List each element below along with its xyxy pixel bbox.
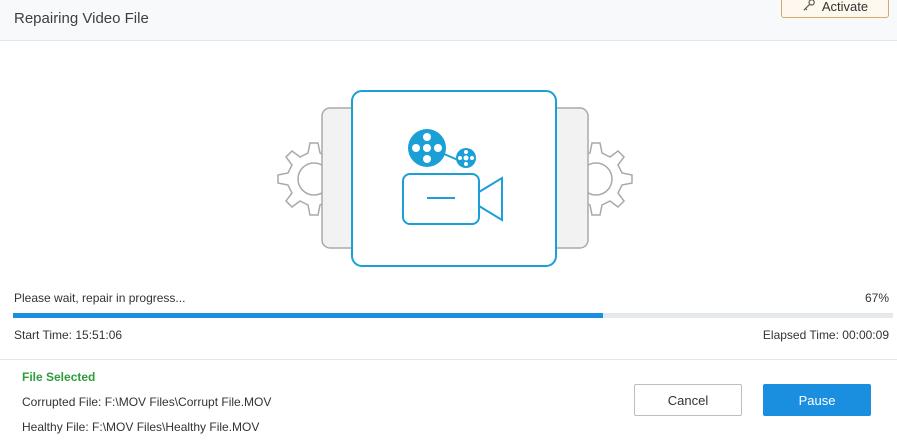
activate-button[interactable]: Activate xyxy=(781,0,889,18)
header-bar: Repairing Video File Activate xyxy=(0,0,897,41)
activate-label: Activate xyxy=(821,0,869,14)
cancel-button[interactable]: Cancel xyxy=(634,384,742,416)
section-divider xyxy=(0,359,897,360)
key-icon xyxy=(802,0,816,15)
page-title: Repairing Video File xyxy=(14,10,149,27)
start-time: Start Time: 15:51:06 xyxy=(14,328,123,342)
pause-button[interactable]: Pause xyxy=(763,384,871,416)
progress-status-text: Please wait, repair in progress... xyxy=(14,291,186,305)
progress-percent: 67% xyxy=(864,291,889,305)
elapsed-time: Elapsed Time: 00:00:09 xyxy=(762,328,889,342)
corrupted-file-path: Corrupted File: F:\MOV Files\Corrupt Fil… xyxy=(22,395,272,409)
video-repair-illustration xyxy=(270,88,640,268)
progress-bar xyxy=(13,313,893,318)
file-selected-heading: File Selected xyxy=(22,370,96,384)
healthy-file-path: Healthy File: F:\MOV Files\Healthy File.… xyxy=(22,420,260,434)
progress-bar-fill xyxy=(13,313,603,318)
